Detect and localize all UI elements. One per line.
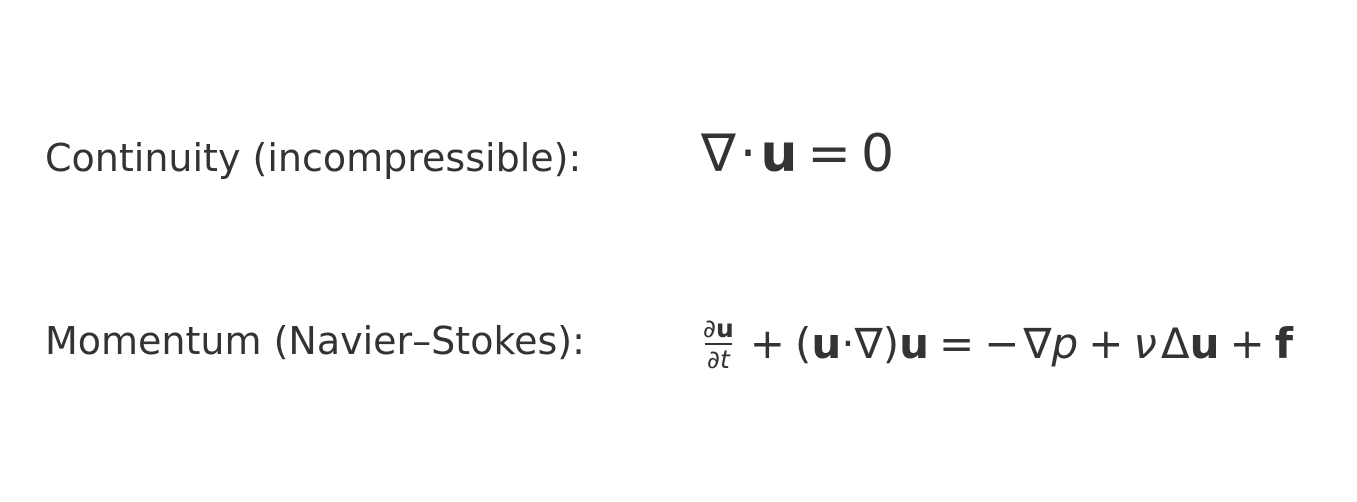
equals-sign: = — [807, 124, 851, 184]
plus-sign: + — [1088, 319, 1124, 368]
minus-sign: − — [984, 319, 1020, 368]
velocity-vector: u — [811, 319, 842, 368]
partial-symbol: ∂ — [703, 314, 716, 343]
plus-sign: + — [749, 319, 785, 368]
momentum-label: Momentum (Navier–Stokes): — [45, 319, 585, 363]
continuity-label: Continuity (incompressible): — [45, 136, 582, 180]
velocity-vector: u — [760, 124, 798, 184]
continuity-equation: ∇·u = 0 — [701, 128, 894, 180]
laplacian-symbol: Δ — [1160, 319, 1190, 368]
momentum-equation: ∂u ∂t +(u · ∇) u = − ∇ p + ν Δu + f — [701, 312, 1293, 376]
left-paren: ( — [794, 319, 812, 368]
plus-sign: + — [1229, 319, 1265, 368]
velocity-vector: u — [1189, 319, 1220, 368]
partial-symbol: ∂ — [707, 345, 720, 374]
viscosity-symbol: ν — [1133, 319, 1157, 368]
velocity-vector: u — [899, 319, 930, 368]
time-derivative-fraction: ∂u ∂t — [701, 316, 736, 372]
dot-operator: · — [739, 124, 757, 184]
dot-operator: · — [841, 319, 855, 368]
force-vector: f — [1274, 319, 1293, 368]
nabla-symbol: ∇ — [854, 319, 883, 368]
velocity-vector: u — [715, 314, 734, 343]
fraction-denominator: ∂t — [705, 343, 732, 372]
equals-sign: = — [939, 319, 975, 368]
right-paren: ) — [882, 319, 900, 368]
fraction-numerator: ∂u — [701, 316, 736, 343]
nabla-symbol: ∇ — [701, 124, 736, 184]
pressure-variable: p — [1051, 319, 1079, 368]
time-variable: t — [719, 345, 730, 374]
nabla-symbol: ∇ — [1023, 319, 1052, 368]
zero: 0 — [860, 124, 895, 184]
